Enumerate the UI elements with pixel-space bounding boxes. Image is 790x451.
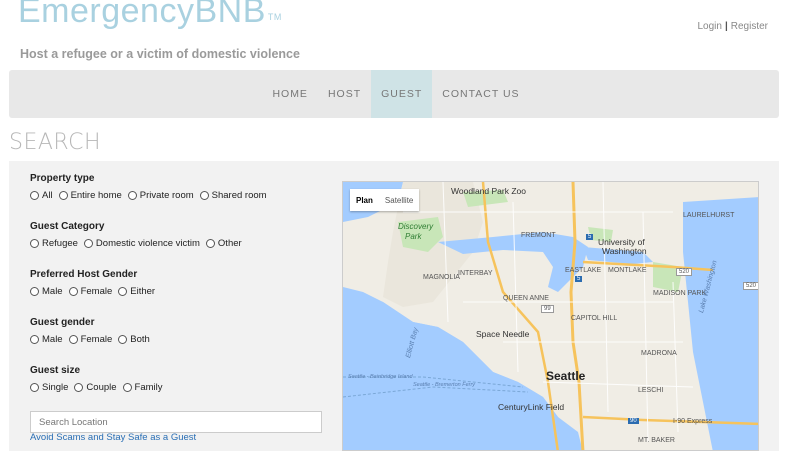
- guest-category-label: Guest Category: [30, 221, 105, 232]
- guest-female-radio[interactable]: Female: [68, 334, 112, 345]
- guest-gender-group: Guest gender Male Female Both: [30, 317, 325, 345]
- map-label-centurylink: CenturyLink Field: [498, 402, 565, 412]
- logo-text: EmergencyBNB: [18, 0, 266, 30]
- map-shield-99: 99: [541, 305, 554, 313]
- tagline: Host a refugee or a victim of domestic v…: [20, 47, 300, 61]
- property-all-radio[interactable]: All: [30, 190, 53, 201]
- map-label-queen-anne: QUEEN ANNE: [503, 295, 549, 302]
- nav-contact[interactable]: CONTACT US: [432, 70, 529, 118]
- map-shield-i5: 5: [575, 276, 583, 282]
- guest-gender-label: Guest gender: [30, 317, 95, 328]
- host-male-radio[interactable]: Male: [30, 286, 63, 297]
- search-form: Property type All Entire home Private ro…: [30, 173, 325, 433]
- guest-category-group: Guest Category Refugee Domestic violence…: [30, 221, 325, 249]
- trademark: TM: [267, 12, 282, 22]
- host-female-radio[interactable]: Female: [68, 286, 112, 297]
- map-label-interbay: INTERBAY: [458, 270, 493, 277]
- map-label-ferry-bremerton: Seattle - Bremerton Ferry: [413, 382, 476, 388]
- guest-size-label: Guest size: [30, 365, 81, 376]
- map-label-montlake: MONTLAKE: [608, 267, 647, 274]
- register-link[interactable]: Register: [731, 21, 768, 32]
- property-type-label: Property type: [30, 173, 95, 184]
- nav-host[interactable]: HOST: [318, 70, 371, 118]
- map-label-zoo: Woodland Park Zoo: [451, 186, 526, 196]
- scam-safety-link[interactable]: Avoid Scams and Stay Safe as a Guest: [30, 432, 196, 443]
- nav-home[interactable]: HOME: [262, 70, 318, 118]
- search-panel: Property type All Entire home Private ro…: [9, 161, 779, 451]
- map-shield-i5-north: 5: [586, 234, 594, 240]
- host-gender-label: Preferred Host Gender: [30, 269, 138, 280]
- map-label-fremont: FREMONT: [521, 232, 556, 239]
- host-gender-group: Preferred Host Gender Male Female Either: [30, 269, 325, 297]
- map-label-madrona: MADRONA: [641, 350, 677, 357]
- login-link[interactable]: Login: [697, 21, 721, 32]
- search-location-input[interactable]: Search Location: [30, 411, 322, 433]
- property-shared-radio[interactable]: Shared room: [199, 190, 267, 201]
- map-satellite-button[interactable]: Satellite: [379, 189, 419, 211]
- map-label-space-needle: Space Needle: [476, 329, 530, 339]
- host-either-radio[interactable]: Either: [118, 286, 155, 297]
- map-label-discovery: Discovery: [398, 222, 434, 231]
- guest-male-radio[interactable]: Male: [30, 334, 63, 345]
- main-nav: HOME HOST GUEST CONTACT US: [9, 70, 779, 118]
- map-shield-520-east: 520: [743, 282, 758, 290]
- auth-links: Login | Register: [697, 21, 768, 32]
- size-single-radio[interactable]: Single: [30, 382, 68, 393]
- map-label-washington: Washington: [602, 246, 647, 256]
- map-label-discovery-park: Park: [405, 232, 422, 241]
- map-view[interactable]: Plan Satellite Woodland Park Zoo Discove…: [342, 181, 759, 451]
- map-label-mt-baker: MT. BAKER: [638, 437, 675, 444]
- map-label-eastlake: EASTLAKE: [565, 267, 602, 274]
- guest-size-group: Guest size Single Couple Family: [30, 365, 325, 393]
- size-couple-radio[interactable]: Couple: [74, 382, 117, 393]
- category-dv-radio[interactable]: Domestic violence victim: [83, 238, 200, 249]
- property-type-group: Property type All Entire home Private ro…: [30, 173, 325, 201]
- guest-both-radio[interactable]: Both: [118, 334, 150, 345]
- map-label-seattle: Seattle: [546, 369, 586, 383]
- map-label-capitol-hill: CAPITOL HILL: [571, 315, 618, 322]
- map-label-magnolia: MAGNOLIA: [423, 274, 460, 281]
- map-shield-520: 520: [676, 268, 693, 276]
- map-label-madison-park: MADISON PARK: [653, 290, 707, 297]
- size-family-radio[interactable]: Family: [122, 382, 163, 393]
- map-label-leschi: LESCHI: [638, 387, 664, 394]
- category-other-radio[interactable]: Other: [205, 238, 242, 249]
- map-type-control: Plan Satellite: [350, 189, 420, 211]
- property-entire-radio[interactable]: Entire home: [58, 190, 122, 201]
- nav-guest[interactable]: GUEST: [371, 70, 433, 118]
- property-private-radio[interactable]: Private room: [127, 190, 194, 201]
- map-label-i90: I-90 Express: [673, 418, 713, 425]
- site-logo[interactable]: EmergencyBNB TM: [18, 0, 282, 31]
- map-label-ferry-bainbridge: Seattle - Bainbridge Island: [348, 374, 413, 380]
- category-refugee-radio[interactable]: Refugee: [30, 238, 78, 249]
- map-plan-button[interactable]: Plan: [350, 189, 379, 211]
- auth-separator: |: [724, 21, 728, 32]
- search-title: SEARCH: [9, 130, 102, 155]
- map-label-laurelhurst: LAURELHURST: [683, 212, 735, 219]
- map-shield-i90: 90: [628, 418, 639, 424]
